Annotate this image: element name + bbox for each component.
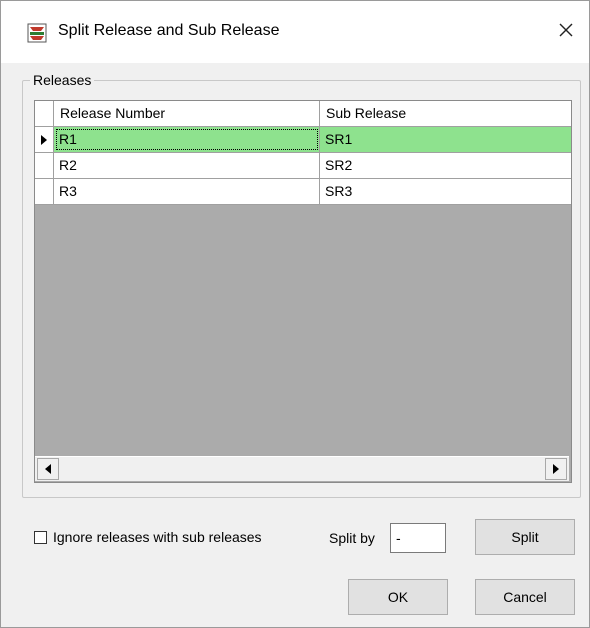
row-selector[interactable]	[35, 127, 54, 152]
table-row[interactable]: R1 SR1	[35, 127, 571, 153]
row-selector[interactable]	[35, 179, 54, 204]
releases-group-label: Releases	[30, 72, 95, 88]
cell-release-number[interactable]: R1	[54, 127, 320, 152]
row-selector[interactable]	[35, 153, 54, 178]
row-header-corner	[35, 101, 54, 126]
ok-button[interactable]: OK	[348, 579, 448, 615]
scroll-left-button[interactable]	[37, 458, 59, 480]
ignore-sub-releases-checkbox[interactable]	[34, 530, 47, 544]
current-row-arrow-icon	[41, 134, 47, 145]
horizontal-scrollbar[interactable]	[35, 456, 569, 481]
close-button[interactable]	[543, 7, 589, 53]
split-by-label: Split by	[329, 530, 375, 546]
cell-release-number[interactable]: R3	[54, 179, 320, 204]
window-title: Split Release and Sub Release	[58, 22, 280, 39]
split-by-input[interactable]	[390, 523, 446, 553]
cell-sub-release[interactable]: SR3	[320, 179, 571, 204]
scroll-right-button[interactable]	[545, 458, 567, 480]
title-bar: Split Release and Sub Release	[1, 1, 589, 63]
releases-grid[interactable]: Release Number Sub Release R1 SR1 R2 SR2	[34, 100, 572, 483]
ignore-sub-releases-option[interactable]: Ignore releases with sub releases	[34, 529, 262, 545]
ignore-sub-releases-label[interactable]: Ignore releases with sub releases	[53, 529, 262, 545]
table-row[interactable]: R3 SR3	[35, 179, 571, 205]
arrow-left-icon	[45, 464, 51, 474]
cell-release-number[interactable]: R2	[54, 153, 320, 178]
arrow-right-icon	[553, 464, 559, 474]
cancel-button[interactable]: Cancel	[475, 579, 575, 615]
column-header-release-number[interactable]: Release Number	[54, 101, 320, 126]
table-row[interactable]: R2 SR2	[35, 153, 571, 179]
dialog-window: Split Release and Sub Release Releases R…	[0, 0, 590, 628]
split-button[interactable]: Split	[475, 519, 575, 555]
app-logo-icon	[27, 23, 47, 43]
cell-sub-release[interactable]: SR2	[320, 153, 571, 178]
close-icon	[559, 23, 573, 37]
column-header-sub-release[interactable]: Sub Release	[320, 101, 571, 126]
grid-header-row: Release Number Sub Release	[35, 101, 571, 127]
cell-sub-release[interactable]: SR1	[320, 127, 571, 152]
